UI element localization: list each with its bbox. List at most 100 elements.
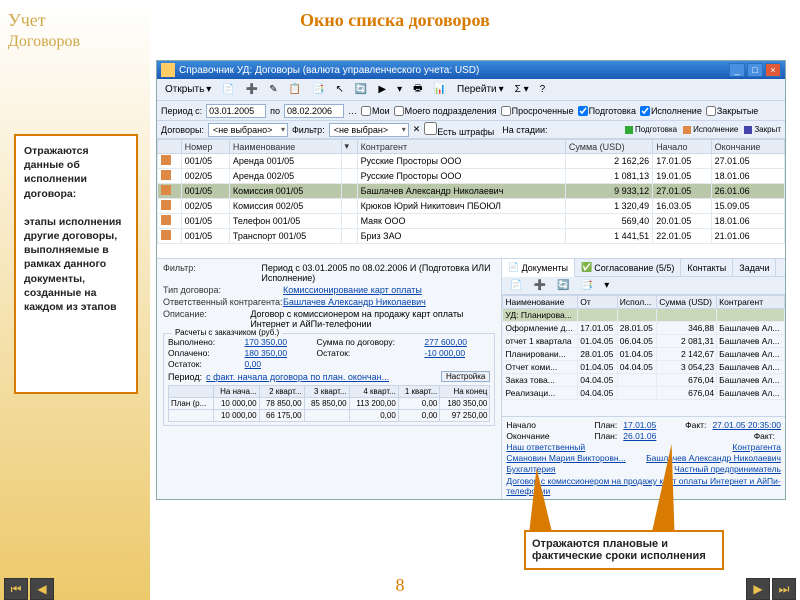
- tb-sigma-icon[interactable]: Σ ▾: [511, 83, 533, 96]
- detail-area: Фильтр:Период с 03.01.2005 по 08.02.2006…: [157, 259, 785, 499]
- stage-label: На стадии:: [502, 125, 547, 135]
- tb-chart-icon[interactable]: 📊: [430, 83, 450, 96]
- col-header[interactable]: Наименование: [229, 140, 341, 154]
- goto-button[interactable]: Перейти ▾: [453, 83, 508, 96]
- contracts-grid[interactable]: НомерНаименование▾КонтрагентСумма (USD)Н…: [157, 139, 785, 259]
- close-button[interactable]: ×: [765, 63, 781, 77]
- tb-print-icon[interactable]: 🖶: [409, 80, 426, 99]
- list-item[interactable]: УД: Планирова...: [503, 309, 785, 322]
- tb-add-icon[interactable]: ➕: [242, 83, 262, 96]
- col-header[interactable]: Сумма (USD): [565, 140, 652, 154]
- detail-tabs: 📄 Документы ✅ Согласование (5/5) Контакт…: [502, 259, 785, 277]
- foot-desc[interactable]: Договор с комиссионером на продажу карт …: [506, 476, 781, 496]
- nav-first-button[interactable]: ⏮: [4, 578, 28, 600]
- ost2-val[interactable]: -10 000,00: [424, 348, 490, 358]
- nav-last-button[interactable]: ⏭: [772, 578, 796, 600]
- tb-edit-icon[interactable]: ✎: [265, 83, 281, 96]
- docs-add-icon[interactable]: ➕: [530, 279, 550, 292]
- open-button[interactable]: Открыть ▾: [161, 83, 215, 96]
- tb-new-icon[interactable]: 📄: [218, 83, 238, 96]
- docs-grid[interactable]: НаименованиеОтИспол...Сумма (USD)Контраг…: [502, 295, 785, 416]
- callout1-p1: Отражаются данные об исполнении договора…: [24, 144, 128, 201]
- tab-documents[interactable]: 📄 Документы: [502, 259, 575, 277]
- col-header[interactable]: Контрагент: [357, 140, 565, 154]
- table-row[interactable]: 001/05Аренда 001/05Русские Просторы ООО2…: [158, 154, 785, 169]
- list-item[interactable]: отчет 1 квартала01.04.0506.04.052 081,31…: [503, 335, 785, 348]
- cb-moego[interactable]: Моего подразделения: [394, 106, 497, 116]
- vyp-label: Выполнено:: [168, 337, 239, 347]
- tb-cursor-icon[interactable]: ↖: [332, 83, 348, 96]
- nastr-button[interactable]: Настройка: [441, 371, 490, 382]
- sum-val[interactable]: 277 600,00: [424, 337, 490, 347]
- okon-label: Окончание: [506, 431, 588, 441]
- resp-link[interactable]: Башлачев Александр Николаевич: [283, 297, 426, 307]
- toolbar: Открыть ▾ 📄 ➕ ✎ 📋 📑 ↖ 🔄 ▶ ▾ 🖶 📊 Перейти …: [157, 79, 785, 101]
- detail-right-panel: 📄 Документы ✅ Согласование (5/5) Контакт…: [502, 259, 785, 499]
- tb-exec-icon[interactable]: ▶: [374, 83, 390, 96]
- docs-list-icon[interactable]: 📑: [577, 279, 597, 292]
- table-row[interactable]: 002/05Комиссия 002/05Крюков Юрий Никитов…: [158, 199, 785, 214]
- plan-end[interactable]: 26.01.06: [623, 431, 656, 441]
- nav-next-button[interactable]: ▶: [746, 578, 770, 600]
- col-header[interactable]: Номер: [181, 140, 229, 154]
- list-item[interactable]: Оформление д...17.01.0528.01.05346,88Баш…: [503, 322, 785, 335]
- docs-toolbar: 📄 ➕ 🔄 📑 ▾: [502, 277, 785, 295]
- maximize-button[interactable]: □: [747, 63, 763, 77]
- tab-tasks[interactable]: Задачи: [733, 259, 776, 276]
- docs-new-icon[interactable]: 📄: [506, 279, 526, 292]
- per-label: Период:: [168, 372, 202, 382]
- ost-label: Остаток:: [168, 359, 239, 369]
- col-header[interactable]: Начало: [653, 140, 711, 154]
- col-header[interactable]: [158, 140, 182, 154]
- list-item[interactable]: Заказ това...04.04.05676,04Башлачев Ал..…: [503, 374, 785, 387]
- per-val[interactable]: с факт. начала договора по план. окончан…: [206, 372, 437, 382]
- col-header[interactable]: Окончание: [711, 140, 784, 154]
- app-window: Справочник УД: Договоры (валюта управлен…: [156, 60, 786, 500]
- row-icon: [161, 200, 171, 210]
- type-link[interactable]: Комиссионирование карт оплаты: [283, 285, 422, 295]
- cb-prosr[interactable]: Просроченные: [501, 106, 574, 116]
- col-header[interactable]: ▾: [341, 140, 357, 154]
- tb-down-icon[interactable]: ▾: [393, 83, 406, 96]
- ost-val[interactable]: 0,00: [245, 359, 311, 369]
- tb-list-icon[interactable]: 📑: [308, 83, 328, 96]
- fakt-start[interactable]: 27.01.05 20:35:00: [712, 420, 781, 430]
- table-row[interactable]: 002/05Аренда 002/05Русские Просторы ООО1…: [158, 169, 785, 184]
- date-to-input[interactable]: [284, 104, 344, 118]
- period-picker-icon[interactable]: …: [348, 106, 357, 116]
- cb-zakr[interactable]: Закрытые: [706, 106, 758, 116]
- tb-help-icon[interactable]: ?: [536, 83, 550, 96]
- plan-start[interactable]: 17.01.05: [623, 420, 656, 430]
- date-from-input[interactable]: [206, 104, 266, 118]
- table-row[interactable]: 001/05Телефон 001/05Маяк ООО569,4020.01.…: [158, 214, 785, 229]
- dog-dropdown[interactable]: <не выбрано>: [208, 123, 288, 137]
- tb-refresh-icon[interactable]: 🔄: [351, 83, 371, 96]
- filter-text-label: Фильтр:: [163, 263, 261, 283]
- vyp-val[interactable]: 170 350,00: [245, 337, 311, 347]
- cb-moi[interactable]: Мои: [361, 106, 390, 116]
- cb-ispoln[interactable]: Исполнение: [640, 106, 702, 116]
- nav-prev-button[interactable]: ◀: [30, 578, 54, 600]
- our-resp-label[interactable]: Наш ответственный: [506, 442, 588, 452]
- minimize-button[interactable]: _: [729, 63, 745, 77]
- period-label: Период с:: [161, 106, 202, 116]
- tb-copy-icon[interactable]: 📋: [285, 83, 305, 96]
- filter-dropdown[interactable]: <не выбран>: [329, 123, 409, 137]
- docs-refresh-icon[interactable]: 🔄: [553, 279, 573, 292]
- resp1[interactable]: Смановин Мария Викторовн...: [506, 453, 625, 463]
- cb-shtraf[interactable]: Есть штрафы: [424, 122, 494, 137]
- table-row[interactable]: 001/05Транспорт 001/05Бриз ЗАО1 441,5122…: [158, 229, 785, 244]
- tab-soglas[interactable]: ✅ Согласование (5/5): [575, 259, 681, 276]
- tab-contacts[interactable]: Контакты: [681, 259, 733, 276]
- row-icon: [161, 185, 171, 195]
- opl-val[interactable]: 180 350,00: [245, 348, 311, 358]
- list-item[interactable]: Реализаци...04.04.05676,04Башлачев Ал...: [503, 387, 785, 400]
- contr-resp-label[interactable]: Контрагента: [732, 442, 781, 452]
- list-item[interactable]: Отчет коми...01.04.0504.04.053 054,23Баш…: [503, 361, 785, 374]
- docs-down-icon[interactable]: ▾: [600, 279, 613, 292]
- row4r[interactable]: Частный предприниматель: [674, 464, 781, 474]
- filter-clear-icon[interactable]: ✕: [413, 124, 421, 135]
- list-item[interactable]: Планировани...28.01.0501.04.052 142,67Ба…: [503, 348, 785, 361]
- table-row[interactable]: 001/05Комиссия 001/05Башлачев Александр …: [158, 184, 785, 199]
- cb-podg[interactable]: Подготовка: [578, 106, 636, 116]
